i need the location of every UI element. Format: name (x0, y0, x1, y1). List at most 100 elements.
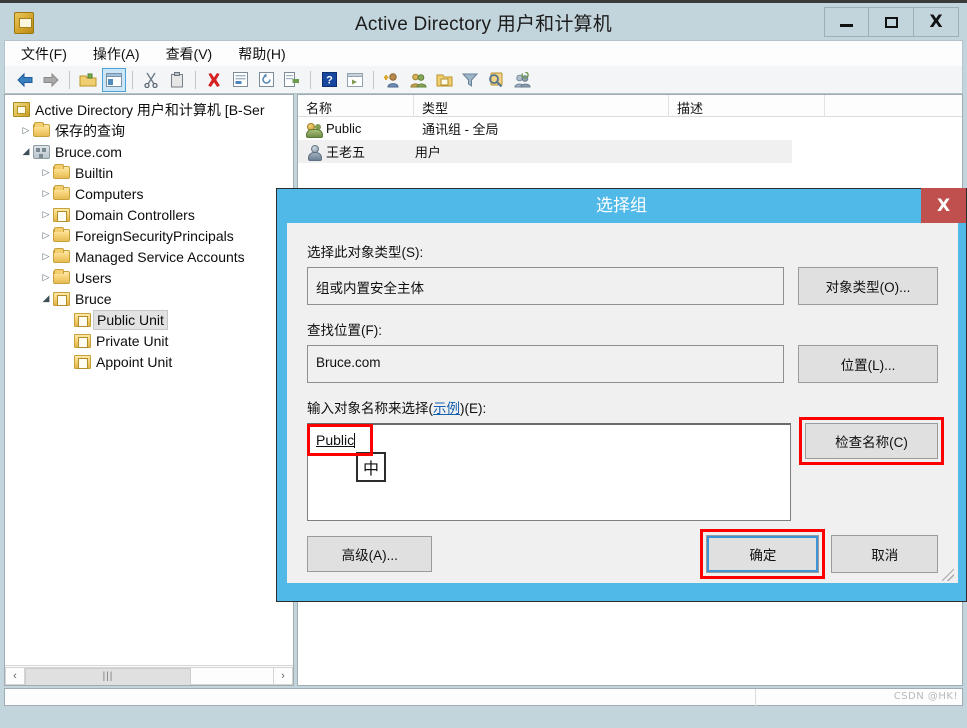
new-group-icon[interactable] (406, 68, 430, 92)
ou-icon (74, 354, 91, 369)
delete-icon[interactable] (202, 68, 226, 92)
object-names-label: 输入对象名称来选择(示例)(E): (307, 397, 938, 417)
up-folder-icon[interactable] (76, 68, 100, 92)
column-header-description[interactable]: 描述 (669, 95, 825, 117)
object-names-input[interactable]: Public 中 (307, 423, 791, 521)
tree-item-label: Builtin (75, 164, 114, 181)
scroll-right-arrow-icon[interactable]: › (273, 666, 293, 685)
tree-item-label: Bruce (75, 290, 112, 307)
scroll-left-arrow-icon[interactable]: ‹ (5, 666, 25, 685)
folder-icon (53, 164, 70, 179)
object-names-label-prefix: 输入对象名称来选择( (307, 401, 433, 416)
menu-help[interactable]: 帮助(H) (236, 42, 287, 66)
tree-item-domain[interactable]: ◢ Bruce.com (5, 141, 293, 162)
tree-item-private-unit[interactable]: Private Unit (5, 330, 293, 351)
tree-item-saved-queries[interactable]: ▷ 保存的查询 (5, 120, 293, 141)
tree-item-label: 保存的查询 (55, 122, 125, 139)
locations-button[interactable]: 位置(L)... (798, 345, 938, 383)
cell-type: 用户 (414, 145, 441, 160)
window-controls: X (824, 7, 959, 37)
tree-item-domain-controllers[interactable]: ▷ Domain Controllers (5, 204, 293, 225)
dialog-title-bar: 选择组 X (277, 188, 966, 223)
title-bar: Active Directory 用户和计算机 X (0, 0, 967, 40)
user-action-icon[interactable] (510, 68, 534, 92)
new-user-icon[interactable] (380, 68, 404, 92)
object-type-field[interactable]: 组或内置安全主体 (307, 267, 784, 305)
tree-item-computers[interactable]: ▷ Computers (5, 183, 293, 204)
table-row[interactable]: Public 通讯组 - 全局 (298, 117, 962, 140)
refresh-icon[interactable] (254, 68, 278, 92)
active-directory-window: Active Directory 用户和计算机 X 文件(F) 操作(A) 查看… (0, 0, 967, 728)
close-button[interactable]: X (914, 7, 959, 37)
ou-icon (74, 333, 91, 348)
resize-grip-icon[interactable] (942, 569, 954, 581)
object-names-label-suffix: )(E): (460, 401, 487, 416)
menu-view[interactable]: 查看(V) (164, 42, 215, 66)
scrollbar-thumb[interactable]: ||| (25, 667, 191, 685)
column-header-name[interactable]: 名称 (298, 95, 414, 117)
show-hide-tree-icon[interactable] (102, 67, 126, 92)
watermark-text: CSDN @HK! (893, 691, 958, 702)
folder-icon (33, 122, 50, 137)
cut-icon[interactable] (139, 68, 163, 92)
tree-item-managed-service-accounts[interactable]: ▷ Managed Service Accounts (5, 246, 293, 267)
chevron-right-icon[interactable]: ▷ (39, 272, 53, 283)
menu-file[interactable]: 文件(F) (19, 42, 69, 66)
tree-horizontal-scrollbar[interactable]: ‹ ||| › (5, 665, 293, 685)
forward-icon[interactable] (39, 68, 63, 92)
object-type-label: 选择此对象类型(S): (307, 245, 424, 260)
scrollbar-track[interactable]: ||| (25, 666, 273, 685)
tree-item-bruce[interactable]: ◢ Bruce (5, 288, 293, 309)
chevron-down-icon[interactable]: ◢ (39, 293, 53, 304)
row-name-text: Public (326, 121, 362, 136)
help-icon[interactable]: ? (317, 68, 341, 92)
find-icon[interactable] (484, 68, 508, 92)
chevron-down-icon[interactable]: ◢ (19, 146, 33, 157)
paste-icon[interactable] (165, 68, 189, 92)
properties-icon[interactable] (228, 68, 252, 92)
console-icon[interactable] (343, 68, 367, 92)
minimize-button[interactable] (824, 7, 869, 37)
chevron-right-icon[interactable]: ▷ (39, 230, 53, 241)
chevron-right-icon[interactable]: ▷ (39, 188, 53, 199)
export-list-icon[interactable] (280, 68, 304, 92)
ou-icon (53, 207, 70, 222)
folder-icon (53, 185, 70, 200)
column-header-type[interactable]: 类型 (414, 95, 669, 117)
ok-button[interactable]: 确定 (706, 535, 820, 573)
check-names-button[interactable]: 检查名称(C) (805, 423, 938, 459)
row-name-text: 王老五 (326, 145, 366, 160)
table-row[interactable]: 王老五 用户 (298, 140, 792, 163)
tree-item-appoint-unit[interactable]: Appoint Unit (5, 351, 293, 372)
tree-item-foreignsecurityprincipals[interactable]: ▷ ForeignSecurityPrincipals (5, 225, 293, 246)
window-title: Active Directory 用户和计算机 (355, 14, 612, 35)
menu-bar: 文件(F) 操作(A) 查看(V) 帮助(H) (4, 40, 963, 66)
tree-item-public-unit[interactable]: Public Unit (5, 309, 293, 330)
filter-icon[interactable] (458, 68, 482, 92)
tree-item-root[interactable]: Active Directory 用户和计算机 [B-Ser (5, 99, 293, 120)
chevron-right-icon[interactable]: ▷ (39, 167, 53, 178)
chevron-right-icon[interactable]: ▷ (19, 125, 33, 136)
console-tree-panel: Active Directory 用户和计算机 [B-Ser ▷ 保存的查询 ◢… (4, 94, 294, 686)
cancel-button[interactable]: 取消 (831, 535, 938, 573)
new-ou-icon[interactable] (432, 68, 456, 92)
examples-link[interactable]: 示例 (433, 401, 460, 416)
chevron-right-icon[interactable]: ▷ (39, 209, 53, 220)
menu-action[interactable]: 操作(A) (91, 42, 142, 66)
location-field[interactable]: Bruce.com (307, 345, 784, 383)
dialog-buttons-row: 高级(A)... 确定 取消 (307, 529, 938, 579)
tree-item-users[interactable]: ▷ Users (5, 267, 293, 288)
dialog-close-button[interactable]: X (921, 188, 966, 223)
toolbar-separator (310, 70, 311, 89)
ok-button-wrap: 确定 (700, 529, 826, 579)
back-icon[interactable] (13, 68, 37, 92)
toolbar-separator (373, 70, 374, 89)
chevron-right-icon[interactable]: ▷ (39, 251, 53, 262)
object-types-button[interactable]: 对象类型(O)... (798, 267, 938, 305)
advanced-button[interactable]: 高级(A)... (307, 536, 433, 572)
tree-item-builtin[interactable]: ▷ Builtin (5, 162, 293, 183)
dialog-title-text: 选择组 (596, 196, 647, 215)
console-root-icon (13, 102, 30, 117)
tree-item-label: Appoint Unit (96, 353, 173, 370)
maximize-button[interactable] (869, 7, 914, 37)
